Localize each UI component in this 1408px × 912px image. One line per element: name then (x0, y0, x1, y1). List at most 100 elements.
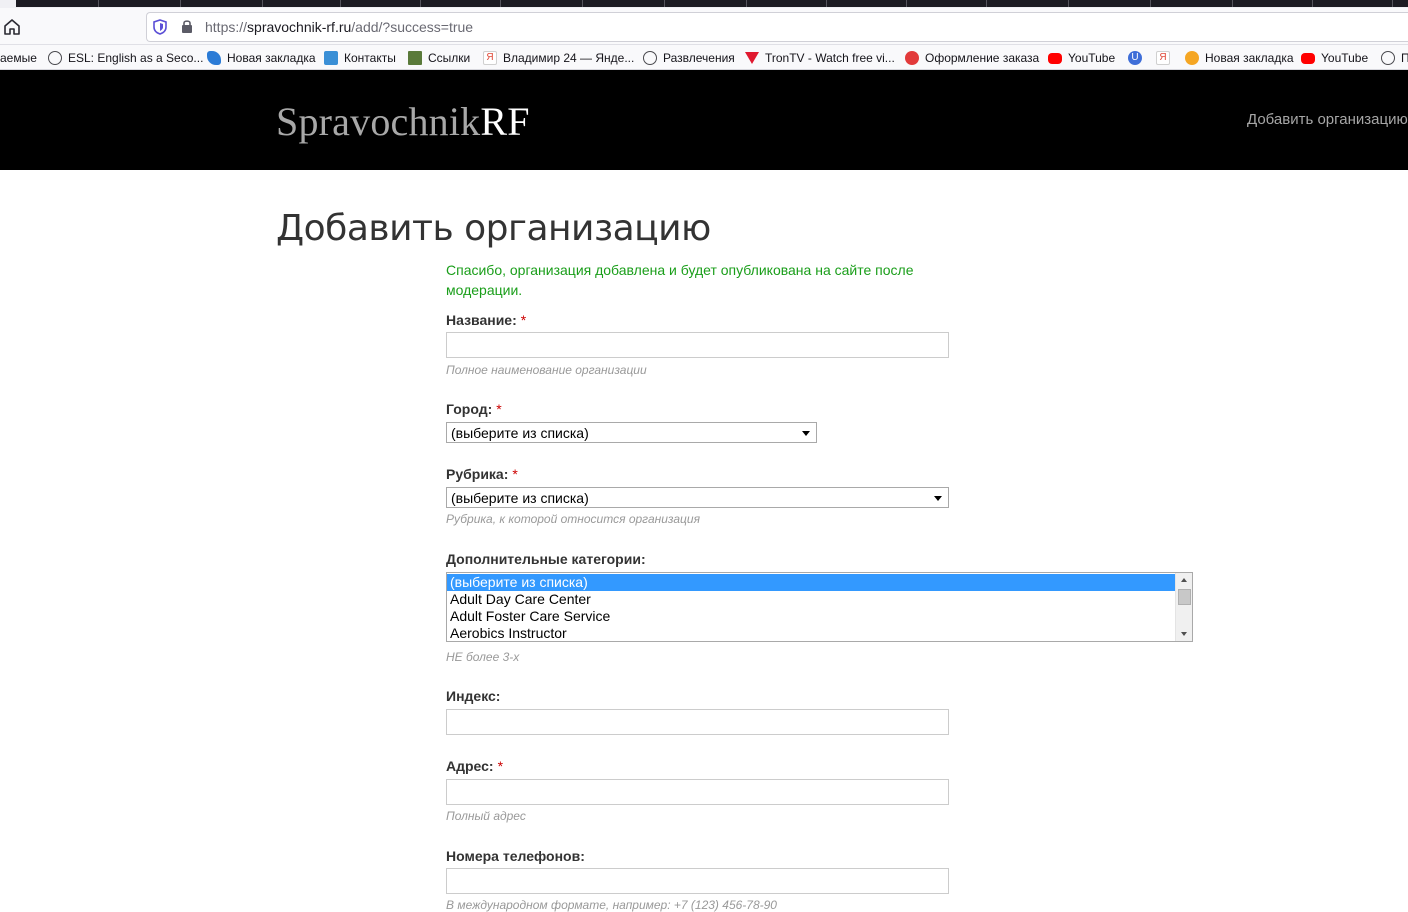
bookmark-label: TronTV - Watch free vi... (765, 51, 895, 65)
url-scheme: https:// (205, 19, 248, 35)
url-bar[interactable]: https://spravochnik-rf.ru/add/?success=t… (146, 12, 1408, 42)
bookmark-item[interactable]: Развлечения (643, 49, 735, 67)
address-label-text: Адрес: (446, 758, 494, 774)
bookmark-label: Развлечения (663, 51, 735, 65)
bookmark-item[interactable]: Оформление заказа (905, 49, 1039, 67)
bookmark-item[interactable]: TronTV - Watch free vi... (745, 49, 895, 67)
rubric-hint: Рубрика, к которой относится организация (446, 512, 700, 526)
browser-tab-strip (0, 0, 1408, 8)
bookmark-label: Владимир 24 — Янде... (503, 51, 635, 65)
required-mark: * (512, 466, 518, 482)
contacts-icon (324, 51, 338, 65)
index-input[interactable] (446, 709, 949, 735)
tab-separator (500, 0, 501, 7)
name-label: Название: * (446, 312, 526, 328)
youtube-icon (1301, 52, 1315, 64)
success-message: Спасибо, организация добавлена и будет о… (446, 262, 914, 298)
lock-icon[interactable] (181, 19, 193, 34)
bookmark-item[interactable]: Контакты (324, 49, 396, 67)
globe-icon (643, 51, 657, 65)
yandex-icon: Я (1156, 51, 1170, 65)
tab-separator (262, 0, 263, 7)
extra-categories-listbox[interactable]: (выберите из списка) Adult Day Care Cent… (446, 572, 1193, 642)
star-badge-icon (905, 51, 919, 65)
bookmark-label: Новая закладка (1205, 51, 1294, 65)
extra-categories-label: Дополнительные категории: (446, 551, 646, 567)
required-mark: * (520, 312, 527, 328)
listbox-option[interactable]: Aerobics Instructor (447, 625, 1175, 641)
tab-separator (1068, 0, 1069, 7)
tab-separator (986, 0, 987, 7)
extra-categories-hint: НЕ более 3-х (446, 650, 520, 664)
butterfly-icon (207, 51, 221, 65)
globe-icon (1381, 51, 1395, 65)
listbox-option[interactable]: (выберите из списка) (447, 574, 1175, 591)
rubric-select-value: (выберите из списка) (451, 490, 589, 506)
scroll-up-icon[interactable] (1181, 578, 1187, 582)
bookmark-item[interactable]: YouTube (1301, 49, 1368, 67)
scroll-down-icon[interactable] (1181, 632, 1187, 636)
tab-separator (664, 0, 665, 7)
yandex-icon: Я (483, 51, 497, 65)
bookmark-item[interactable]: Я Владимир 24 — Янде... (483, 49, 634, 67)
city-label-text: Город: (446, 401, 493, 417)
name-input[interactable] (446, 332, 949, 358)
bookmark-item[interactable]: Ссылки (408, 49, 470, 67)
city-select-value: (выберите из списка) (451, 425, 589, 441)
tab-separator (1150, 0, 1151, 7)
bookmark-label: аемые (0, 51, 37, 65)
rubric-select[interactable]: (выберите из списка) (446, 487, 949, 508)
bookmark-label: ESL: English as a Seco... (68, 51, 204, 65)
bookmark-item[interactable]: ESL: English as a Seco... (48, 49, 203, 67)
site-logo[interactable]: SpravochnikRF (276, 98, 530, 145)
address-input[interactable] (446, 779, 949, 805)
phones-label: Номера телефонов: (446, 848, 585, 864)
url-text[interactable]: https://spravochnik-rf.ru/add/?success=t… (205, 19, 473, 35)
tab-strip-bar[interactable] (16, 0, 1408, 7)
bookmark-label: YouTube (1068, 51, 1116, 65)
rubric-label: Рубрика: * (446, 466, 518, 482)
u-icon: U (1128, 51, 1142, 65)
tab-separator (420, 0, 421, 7)
listbox-option[interactable]: Adult Foster Care Service (447, 608, 1175, 625)
city-select[interactable]: (выберите из списка) (446, 422, 817, 443)
bookmark-item[interactable]: Новая закладка (207, 49, 316, 67)
phones-hint: В международном формате, например: +7 (1… (446, 898, 777, 912)
tab-separator (98, 0, 99, 7)
page-title: Добавить организацию (276, 208, 711, 249)
bookmark-item[interactable]: YouTube (1048, 49, 1115, 67)
tab-separator (1392, 0, 1393, 7)
name-hint: Полное наименование организации (446, 363, 647, 377)
bookmark-item[interactable]: П (1381, 49, 1408, 67)
scrollbar-thumb[interactable] (1178, 589, 1191, 605)
bookmark-label: Оформление заказа (925, 51, 1040, 65)
phones-input[interactable] (446, 868, 949, 894)
index-label: Индекс: (446, 688, 501, 704)
tracking-protection-shield-icon[interactable] (153, 19, 167, 35)
site-header: SpravochnikRF Добавить организацию (0, 70, 1408, 170)
tron-icon (745, 52, 759, 64)
bookmark-label: Новая закладка (227, 51, 316, 65)
tab-separator (746, 0, 747, 7)
bookmark-item[interactable]: Новая закладка (1185, 49, 1294, 67)
url-path: /add/?success=true (351, 19, 474, 35)
chevron-down-icon (802, 431, 810, 436)
bookmark-item[interactable]: аемые (0, 49, 37, 67)
bookmark-item[interactable]: U (1128, 49, 1148, 67)
tab-separator (180, 0, 181, 7)
avatar-icon (408, 51, 422, 65)
bookmark-item[interactable]: Я (1156, 49, 1176, 67)
address-label: Адрес: * (446, 758, 503, 774)
music-icon (1185, 51, 1199, 65)
tab-separator (1232, 0, 1233, 7)
chevron-down-icon (934, 496, 942, 501)
rubric-label-text: Рубрика: (446, 466, 509, 482)
nav-add-organization-link[interactable]: Добавить организацию (1247, 111, 1408, 128)
address-hint: Полный адрес (446, 809, 526, 823)
bookmark-label: Ссылки (428, 51, 471, 65)
bookmark-label: Контакты (344, 51, 396, 65)
home-icon[interactable] (2, 17, 22, 37)
listbox-scrollbar[interactable] (1175, 573, 1192, 641)
bookmarks-toolbar: аемые ESL: English as a Seco... Новая за… (0, 45, 1408, 70)
listbox-option[interactable]: Adult Day Care Center (447, 591, 1175, 608)
